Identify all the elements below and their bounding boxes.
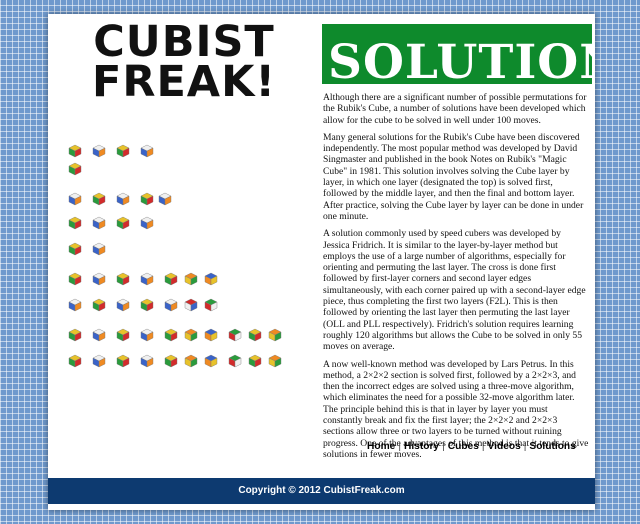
rubiks-cube-icon bbox=[184, 272, 198, 286]
rubiks-cube-icon bbox=[204, 354, 218, 368]
rubiks-cube-icon bbox=[68, 242, 82, 256]
rubiks-cube-icon bbox=[140, 328, 154, 342]
rubiks-cube-icon bbox=[92, 328, 106, 342]
rubiks-cube-icon bbox=[140, 298, 154, 312]
page-title: SOLUTIONS bbox=[328, 35, 592, 85]
rubiks-cube-icon bbox=[92, 192, 106, 206]
rubiks-cube-icon bbox=[268, 328, 282, 342]
rubiks-cube-icon bbox=[228, 328, 242, 342]
rubiks-cube-icon bbox=[116, 216, 130, 230]
rubiks-cube-icon bbox=[116, 192, 130, 206]
rubiks-cube-icon bbox=[158, 192, 172, 206]
rubiks-cube-icon bbox=[268, 354, 282, 368]
nav-separator: | bbox=[442, 441, 445, 452]
section-banner: SOLUTIONS bbox=[322, 24, 592, 84]
rubiks-cube-icon bbox=[140, 354, 154, 368]
rubiks-cube-icon bbox=[68, 328, 82, 342]
rubiks-cube-icon bbox=[184, 298, 198, 312]
nav-link-videos[interactable]: Videos bbox=[488, 441, 521, 452]
rubiks-cube-icon bbox=[116, 354, 130, 368]
rubiks-cube-icon bbox=[204, 328, 218, 342]
rubiks-cube-icon bbox=[140, 272, 154, 286]
copyright-text: Copyright © 2012 CubistFreak.com bbox=[238, 485, 405, 496]
bottom-nav: Home | History | Cubes | Videos | Solutions bbox=[367, 441, 576, 452]
footer-bar: Copyright © 2012 CubistFreak.com bbox=[48, 478, 595, 504]
article-paragraph: Although there are a significant number … bbox=[323, 92, 587, 126]
rubiks-cube-icon bbox=[68, 216, 82, 230]
rubiks-cube-icon bbox=[68, 354, 82, 368]
article-paragraph: A solution commonly used by speed cubers… bbox=[323, 228, 586, 353]
rubiks-cube-icon bbox=[184, 328, 198, 342]
logo-line-2: FREAK! bbox=[91, 57, 277, 107]
article-body: Although there are a significant number … bbox=[323, 92, 589, 466]
rubiks-cube-icon bbox=[68, 298, 82, 312]
rubiks-cube-icon bbox=[116, 328, 130, 342]
rubiks-cube-icon bbox=[68, 192, 82, 206]
rubiks-cube-icon bbox=[164, 298, 178, 312]
article-paragraph: Many general solutions for the Rubik's C… bbox=[323, 131, 584, 222]
rubiks-cube-icon bbox=[116, 272, 130, 286]
nav-link-home[interactable]: Home bbox=[367, 441, 395, 452]
nav-link-solutions[interactable]: Solutions bbox=[529, 441, 575, 452]
nav-separator: | bbox=[481, 441, 485, 452]
rubiks-cube-icon bbox=[68, 162, 82, 176]
rubiks-cube-icon bbox=[164, 354, 178, 368]
rubiks-cube-icon bbox=[92, 144, 106, 158]
rubiks-cube-icon bbox=[68, 272, 82, 286]
rubiks-cube-icon bbox=[116, 298, 130, 312]
content-panel: CUBIST FREAK! SOLUTIONS Although there a… bbox=[48, 14, 595, 510]
rubiks-cube-icon bbox=[204, 298, 218, 312]
nav-separator: | bbox=[398, 441, 401, 452]
nav-link-cubes[interactable]: Cubes bbox=[448, 441, 479, 452]
rubiks-cube-icon bbox=[92, 216, 106, 230]
rubiks-cube-icon bbox=[140, 216, 154, 230]
rubiks-cube-icon bbox=[140, 144, 154, 158]
nav-link-history[interactable]: History bbox=[404, 441, 439, 452]
rubiks-cube-icon bbox=[116, 144, 130, 158]
rubiks-cube-icon bbox=[92, 354, 106, 368]
rubiks-cube-icon bbox=[92, 272, 106, 286]
logo-line-1: CUBIST bbox=[93, 17, 275, 67]
rubiks-cube-icon bbox=[92, 242, 106, 256]
rubiks-cube-icon bbox=[68, 144, 82, 158]
rubiks-cube-icon bbox=[164, 328, 178, 342]
rubiks-cube-icon bbox=[184, 354, 198, 368]
site-logo[interactable]: CUBIST FREAK! bbox=[86, 17, 282, 107]
nav-separator: | bbox=[523, 441, 527, 452]
rubiks-cube-icon bbox=[164, 272, 178, 286]
rubiks-cube-icon bbox=[204, 272, 218, 286]
cube-illustrations bbox=[68, 144, 308, 404]
rubiks-cube-icon bbox=[248, 354, 262, 368]
rubiks-cube-icon bbox=[140, 192, 154, 206]
rubiks-cube-icon bbox=[228, 354, 242, 368]
rubiks-cube-icon bbox=[248, 328, 262, 342]
rubiks-cube-icon bbox=[92, 298, 106, 312]
